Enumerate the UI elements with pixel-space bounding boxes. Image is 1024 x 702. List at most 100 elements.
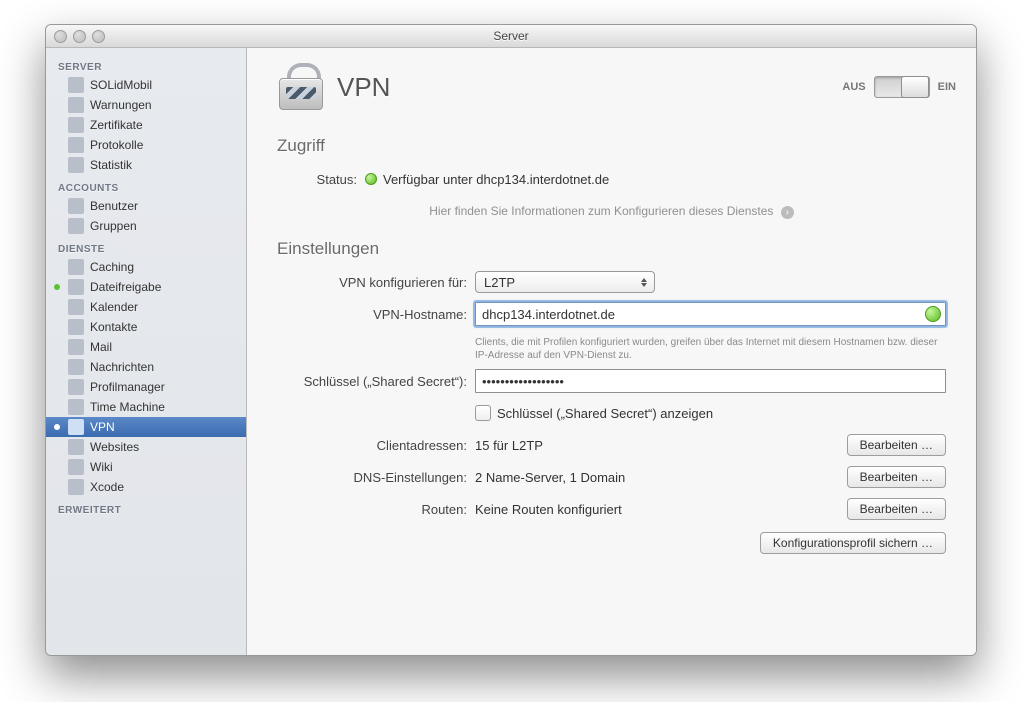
sidebar-item-statistik[interactable]: Statistik [46, 155, 246, 175]
wiki-icon [68, 459, 84, 475]
sidebar-item-label: Benutzer [90, 199, 138, 213]
vpn-icon [68, 419, 84, 435]
client-addresses-value: 15 für L2TP [475, 438, 839, 453]
titlebar: Server [46, 25, 976, 48]
sidebar-item-label: VPN [90, 420, 115, 434]
edit-dns-button[interactable]: Bearbeiten … [847, 466, 946, 488]
edit-client-addresses-button[interactable]: Bearbeiten … [847, 434, 946, 456]
sidebar-item-label: Wiki [90, 460, 113, 474]
sidebar-item-label: Statistik [90, 158, 132, 172]
select-arrows-icon [636, 273, 652, 291]
dns-settings-value: 2 Name-Server, 1 Domain [475, 470, 839, 485]
stats-icon [68, 157, 84, 173]
messages-icon [68, 359, 84, 375]
sidebar-item-label: Profilmanager [90, 380, 165, 394]
websites-icon [68, 439, 84, 455]
routes-value: Keine Routen konfiguriert [475, 502, 839, 517]
sidebar-item-vpn[interactable]: VPN [46, 417, 246, 437]
sidebar-item-dateifreigabe[interactable]: Dateifreigabe [46, 277, 246, 297]
sidebar-item-label: Protokolle [90, 138, 143, 152]
sidebar-group-dienste: DIENSTE [46, 236, 246, 257]
sidebar-item-xcode[interactable]: Xcode [46, 477, 246, 497]
status-indicator-icon [365, 173, 377, 185]
sidebar-group-server: SERVER [46, 54, 246, 75]
status-text: Verfügbar unter dhcp134.interdotnet.de [383, 172, 609, 187]
timemachine-icon [68, 399, 84, 415]
sidebar-item-zertifikate[interactable]: Zertifikate [46, 115, 246, 135]
dns-settings-label: DNS-Einstellungen: [277, 470, 475, 485]
show-secret-checkbox[interactable] [475, 405, 491, 421]
sidebar-item-label: Caching [90, 260, 134, 274]
toggle-off-label: AUS [842, 81, 865, 93]
shared-secret-input[interactable]: •••••••••••••••••• [475, 369, 946, 393]
sidebar-item-benutzer[interactable]: Benutzer [46, 196, 246, 216]
calendar-icon [68, 299, 84, 315]
main-pane: VPN AUS EIN Zugriff Status: Verfügbar un… [247, 48, 976, 655]
sidebar-item-label: Xcode [90, 480, 124, 494]
hostname-label: VPN-Hostname: [277, 307, 475, 322]
sidebar-item-kontakte[interactable]: Kontakte [46, 317, 246, 337]
show-secret-label: Schlüssel („Shared Secret“) anzeigen [497, 406, 713, 421]
sidebar-item-solidmobil[interactable]: SOLidMobil [46, 75, 246, 95]
sidebar-item-label: Zertifikate [90, 118, 143, 132]
sidebar-item-protokolle[interactable]: Protokolle [46, 135, 246, 155]
chevron-right-icon: › [781, 206, 794, 219]
service-toggle[interactable] [874, 76, 930, 98]
hostname-hint: Clients, die mit Profilen konfiguriert w… [277, 333, 946, 368]
sidebar-item-label: Gruppen [90, 219, 137, 233]
configure-for-label: VPN konfigurieren für: [277, 275, 475, 290]
status-dot-icon [54, 284, 60, 290]
save-config-profile-button[interactable]: Konfigurationsprofil sichern … [760, 532, 946, 554]
fileshare-icon [68, 279, 84, 295]
sidebar-item-kalender[interactable]: Kalender [46, 297, 246, 317]
sidebar-item-timemachine[interactable]: Time Machine [46, 397, 246, 417]
certificate-icon [68, 117, 84, 133]
client-addresses-label: Clientadressen: [277, 438, 475, 453]
sidebar-item-profilmanager[interactable]: Profilmanager [46, 377, 246, 397]
server-window: Server SERVER SOLidMobil Warnungen Zerti… [45, 24, 977, 656]
sidebar: SERVER SOLidMobil Warnungen Zertifikate … [46, 48, 247, 655]
secret-label: Schlüssel („Shared Secret“): [277, 374, 475, 389]
sidebar-item-wiki[interactable]: Wiki [46, 457, 246, 477]
sidebar-item-websites[interactable]: Websites [46, 437, 246, 457]
sidebar-item-label: Dateifreigabe [90, 280, 161, 294]
sidebar-group-accounts: ACCOUNTS [46, 175, 246, 196]
sidebar-item-label: Websites [90, 440, 139, 454]
settings-heading: Einstellungen [277, 239, 946, 259]
sidebar-item-mail[interactable]: Mail [46, 337, 246, 357]
edit-routes-button[interactable]: Bearbeiten … [847, 498, 946, 520]
sidebar-item-nachrichten[interactable]: Nachrichten [46, 357, 246, 377]
sidebar-item-label: Time Machine [90, 400, 165, 414]
group-icon [68, 218, 84, 234]
sidebar-item-label: SOLidMobil [90, 78, 152, 92]
access-heading: Zugriff [277, 136, 946, 156]
hostname-input[interactable]: dhcp134.interdotnet.de [475, 302, 946, 326]
sidebar-item-gruppen[interactable]: Gruppen [46, 216, 246, 236]
config-info-link[interactable]: Hier finden Sie Informationen zum Konfig… [277, 204, 946, 219]
status-label: Status: [277, 172, 365, 187]
sidebar-item-label: Kalender [90, 300, 138, 314]
valid-icon [925, 306, 941, 322]
status-dot-icon [54, 424, 60, 430]
contacts-icon [68, 319, 84, 335]
xcode-icon [68, 479, 84, 495]
window-title: Server [46, 29, 976, 43]
megaphone-icon [68, 97, 84, 113]
user-icon [68, 198, 84, 214]
sidebar-item-label: Kontakte [90, 320, 137, 334]
computer-icon [68, 77, 84, 93]
sidebar-item-label: Warnungen [90, 98, 152, 112]
gear-icon [68, 379, 84, 395]
log-icon [68, 137, 84, 153]
mail-icon [68, 339, 84, 355]
lock-icon [275, 62, 325, 112]
sidebar-item-warnungen[interactable]: Warnungen [46, 95, 246, 115]
routes-label: Routen: [277, 502, 475, 517]
sidebar-group-erweitert: ERWEITERT [46, 497, 246, 518]
page-title: VPN [337, 72, 390, 103]
sidebar-item-label: Nachrichten [90, 360, 154, 374]
protocol-select[interactable]: L2TP [475, 271, 655, 293]
caching-icon [68, 259, 84, 275]
sidebar-item-caching[interactable]: Caching [46, 257, 246, 277]
toggle-on-label: EIN [938, 81, 956, 93]
